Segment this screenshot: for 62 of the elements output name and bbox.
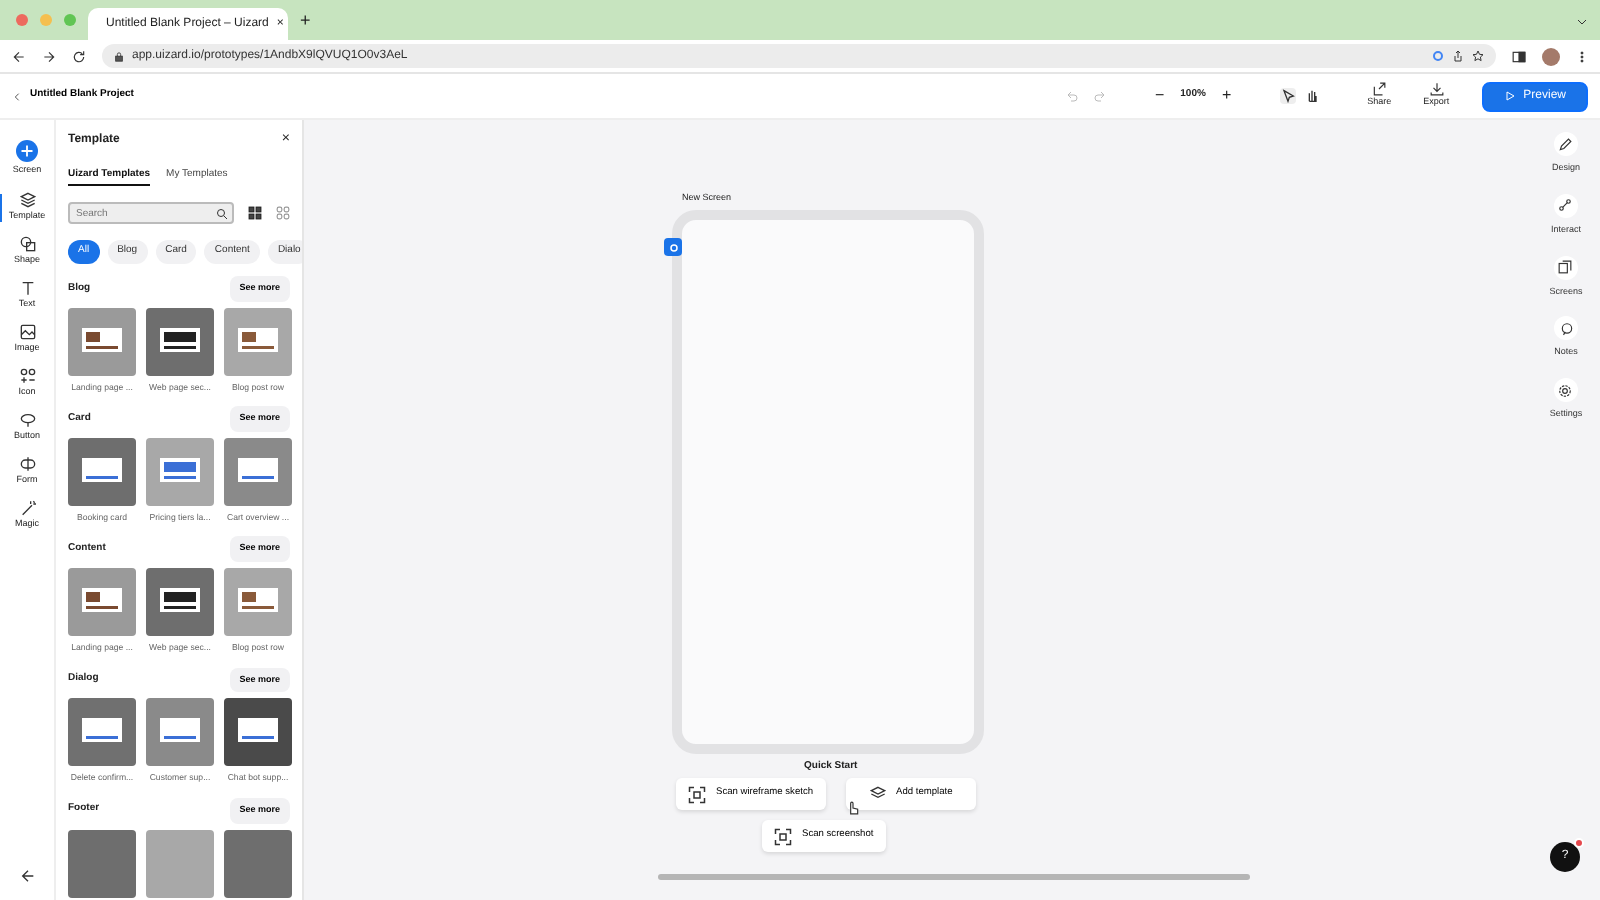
template-thumbnail[interactable] bbox=[68, 568, 136, 637]
avatar-icon[interactable] bbox=[1542, 47, 1560, 65]
sidebar-icon[interactable] bbox=[1512, 49, 1526, 63]
zoom-in-button[interactable]: + bbox=[1221, 84, 1232, 108]
menu-icon[interactable] bbox=[1576, 49, 1588, 63]
text-icon bbox=[19, 280, 35, 297]
chevron-down-icon[interactable] bbox=[1576, 16, 1588, 28]
shape-icon bbox=[19, 236, 35, 253]
button-icon bbox=[19, 412, 35, 429]
template-thumbnail[interactable] bbox=[68, 698, 136, 767]
download-icon bbox=[1429, 82, 1444, 97]
lock-icon bbox=[114, 51, 124, 61]
template-thumbnail[interactable] bbox=[224, 698, 292, 767]
form-icon bbox=[19, 456, 35, 473]
template-thumbnail[interactable] bbox=[224, 307, 292, 376]
cursor-hand-icon bbox=[846, 800, 860, 816]
pointer-tool-icon[interactable] bbox=[1279, 88, 1296, 104]
gear-icon bbox=[1558, 383, 1573, 397]
scan-icon bbox=[688, 785, 706, 803]
icon-icon bbox=[19, 368, 35, 385]
tile-view-icon[interactable] bbox=[276, 206, 290, 220]
template-thumbnail[interactable] bbox=[68, 307, 136, 376]
scan-icon bbox=[774, 827, 792, 845]
grid-view-icon[interactable] bbox=[248, 206, 262, 220]
gear-icon bbox=[667, 241, 679, 253]
template-thumbnail[interactable] bbox=[146, 829, 214, 897]
template-thumbnail[interactable] bbox=[146, 307, 214, 376]
window-control-dot[interactable] bbox=[64, 14, 76, 26]
window-control-dot[interactable] bbox=[16, 14, 28, 26]
back-icon[interactable] bbox=[12, 49, 26, 63]
layers-icon bbox=[870, 786, 886, 802]
pencil-icon bbox=[1558, 137, 1573, 151]
template-thumbnail[interactable] bbox=[146, 698, 214, 767]
horizontal-scrollbar[interactable] bbox=[658, 874, 1250, 880]
template-thumbnail[interactable] bbox=[224, 437, 292, 506]
forward-icon[interactable] bbox=[42, 49, 56, 63]
template-thumbnail[interactable] bbox=[68, 829, 136, 897]
pages-icon bbox=[1558, 260, 1573, 274]
link-icon bbox=[1558, 198, 1573, 213]
layers-icon bbox=[19, 192, 35, 209]
template-thumbnail[interactable] bbox=[224, 568, 292, 637]
window-control-dot[interactable] bbox=[40, 14, 52, 26]
star-icon[interactable] bbox=[1472, 50, 1484, 62]
template-thumbnail[interactable] bbox=[68, 437, 136, 506]
share-icon bbox=[1372, 82, 1387, 97]
plus-icon bbox=[16, 139, 38, 162]
template-thumbnail[interactable] bbox=[146, 437, 214, 506]
settings-badge[interactable] bbox=[664, 238, 682, 256]
template-thumbnail[interactable] bbox=[224, 829, 292, 897]
reload-icon[interactable] bbox=[72, 49, 86, 63]
notification-dot bbox=[1574, 838, 1584, 848]
magic-icon bbox=[19, 500, 35, 517]
zoom-out-button[interactable]: − bbox=[1154, 84, 1165, 108]
image-icon bbox=[19, 324, 35, 341]
chevron-left-icon bbox=[12, 91, 22, 101]
new-tab-button[interactable]: + bbox=[300, 7, 311, 34]
play-icon bbox=[1503, 90, 1516, 102]
collapse-icon[interactable] bbox=[19, 868, 35, 884]
speech-bubble-icon bbox=[1559, 321, 1573, 336]
search-icon bbox=[216, 207, 228, 219]
template-thumbnail[interactable] bbox=[146, 568, 214, 637]
share-icon[interactable] bbox=[1452, 50, 1464, 62]
